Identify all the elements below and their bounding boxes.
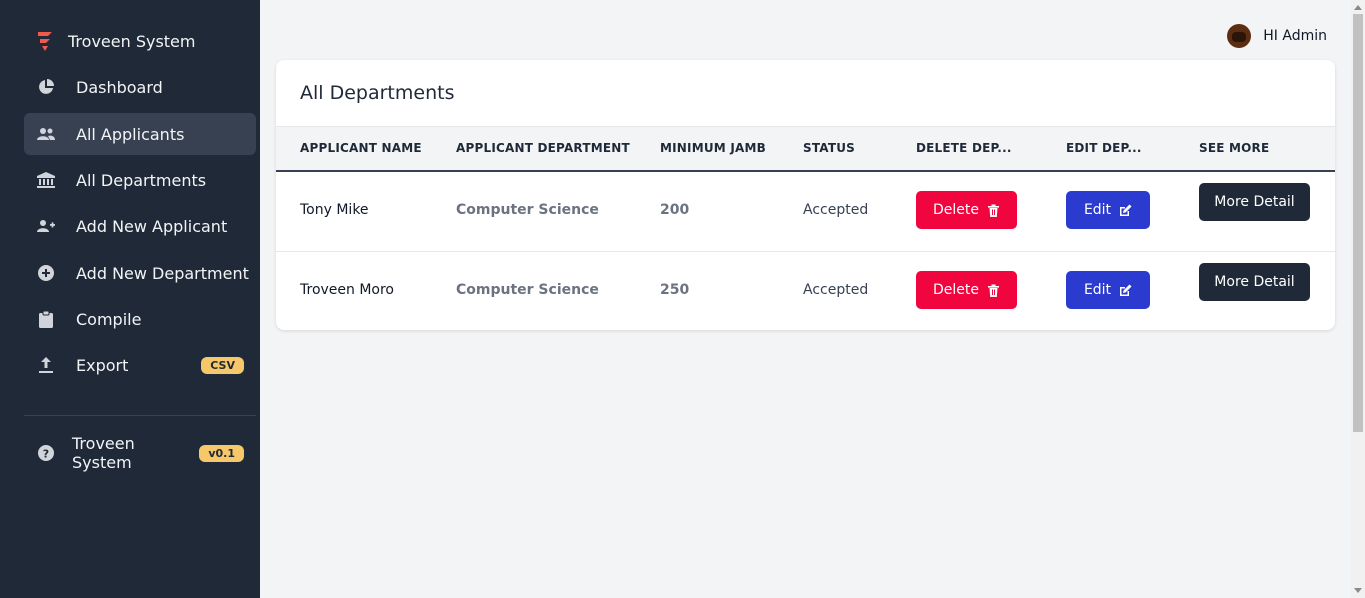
brand-logo-icon [38, 32, 52, 51]
more-detail-button[interactable]: More Detail [1199, 183, 1310, 221]
scroll-down-arrow-icon[interactable] [1354, 588, 1362, 593]
more-detail-button[interactable]: More Detail [1199, 263, 1310, 301]
column-header: EDIT DEP... [1066, 141, 1142, 155]
brand[interactable]: Troveen System [36, 28, 195, 54]
user-add-icon [37, 217, 55, 235]
sidebar-item-export[interactable]: Export CSV [24, 344, 256, 386]
sidebar-item-label: Add New Department [76, 263, 249, 283]
sidebar-item-label: Add New Applicant [76, 216, 228, 236]
status: Accepted [803, 282, 869, 298]
edit-icon [1119, 204, 1132, 217]
sidebar-item-compile[interactable]: Compile [24, 298, 256, 340]
user-greeting: HI Admin [1263, 28, 1327, 44]
edit-button[interactable]: Edit [1066, 191, 1150, 229]
edit-button[interactable]: Edit [1066, 271, 1150, 309]
user-menu[interactable]: HI Admin [1227, 22, 1327, 50]
trash-icon [987, 204, 1000, 217]
column-header: STATUS [803, 141, 856, 155]
trash-icon [987, 284, 1000, 297]
scrollbar-thumb[interactable] [1353, 14, 1363, 432]
column-header: APPLICANT NAME [300, 141, 422, 155]
bank-icon [37, 171, 55, 189]
edit-icon [1119, 284, 1132, 297]
table-row: Troveen Moro Computer Science 250 Accept… [276, 251, 1335, 330]
column-header: SEE MORE [1199, 141, 1270, 155]
edit-label: Edit [1083, 282, 1112, 298]
sidebar: Troveen System Dashboard All Applicants … [0, 0, 260, 598]
sidebar-item-label: Compile [76, 309, 142, 329]
version-badge: v0.1 [199, 444, 244, 462]
delete-button[interactable]: Delete [916, 271, 1017, 309]
minimum-jamb: 250 [660, 282, 690, 298]
scroll-up-arrow-icon[interactable] [1354, 5, 1362, 10]
plus-circle-icon [37, 264, 55, 282]
applicant-name: Troveen Moro [300, 282, 395, 298]
upload-icon [37, 356, 55, 374]
sidebar-item-label: Export [76, 355, 129, 375]
chart-pie-icon [37, 78, 55, 96]
sidebar-item-add-new-department[interactable]: Add New Department [24, 252, 256, 294]
page-title: All Departments [300, 82, 455, 104]
avatar[interactable] [1227, 24, 1252, 48]
applicant-name: Tony Mike [300, 202, 369, 218]
delete-label: Delete [933, 202, 979, 218]
export-badge: CSV [201, 356, 244, 374]
clipboard-icon [37, 310, 55, 328]
sidebar-item-all-applicants[interactable]: All Applicants [24, 113, 256, 155]
sidebar-item-label: All Departments [76, 170, 207, 190]
minimum-jamb: 200 [660, 202, 690, 218]
applicant-department: Computer Science [456, 202, 599, 218]
sidebar-footer-label: Troveen System [72, 434, 135, 472]
delete-label: Delete [933, 282, 979, 298]
sidebar-item-all-departments[interactable]: All Departments [24, 159, 256, 201]
users-icon [37, 125, 55, 143]
table-row: Tony Mike Computer Science 200 Accepted … [276, 171, 1335, 252]
delete-button[interactable]: Delete [916, 191, 1017, 229]
sidebar-item-label: Dashboard [76, 77, 163, 97]
vertical-scrollbar[interactable] [1351, 0, 1365, 598]
sidebar-divider [24, 415, 256, 416]
applicant-department: Computer Science [456, 282, 599, 298]
table-header: APPLICANT NAME APPLICANT DEPARTMENT MINI… [276, 126, 1335, 172]
departments-card: All Departments APPLICANT NAME APPLICANT… [276, 60, 1335, 330]
status: Accepted [803, 202, 869, 218]
brand-name: Troveen System [68, 31, 196, 51]
sidebar-item-label: All Applicants [76, 124, 185, 144]
sidebar-item-dashboard[interactable]: Dashboard [24, 66, 256, 108]
column-header: MINIMUM JAMB [660, 141, 766, 155]
column-header: DELETE DEP... [916, 141, 1012, 155]
column-header: APPLICANT DEPARTMENT [456, 141, 630, 155]
question-circle-icon: ? [37, 444, 55, 462]
svg-text:?: ? [43, 448, 49, 461]
sidebar-item-add-new-applicant[interactable]: Add New Applicant [24, 205, 256, 247]
edit-label: Edit [1083, 202, 1112, 218]
sidebar-footer-version[interactable]: ? Troveen System v0.1 [24, 432, 256, 474]
